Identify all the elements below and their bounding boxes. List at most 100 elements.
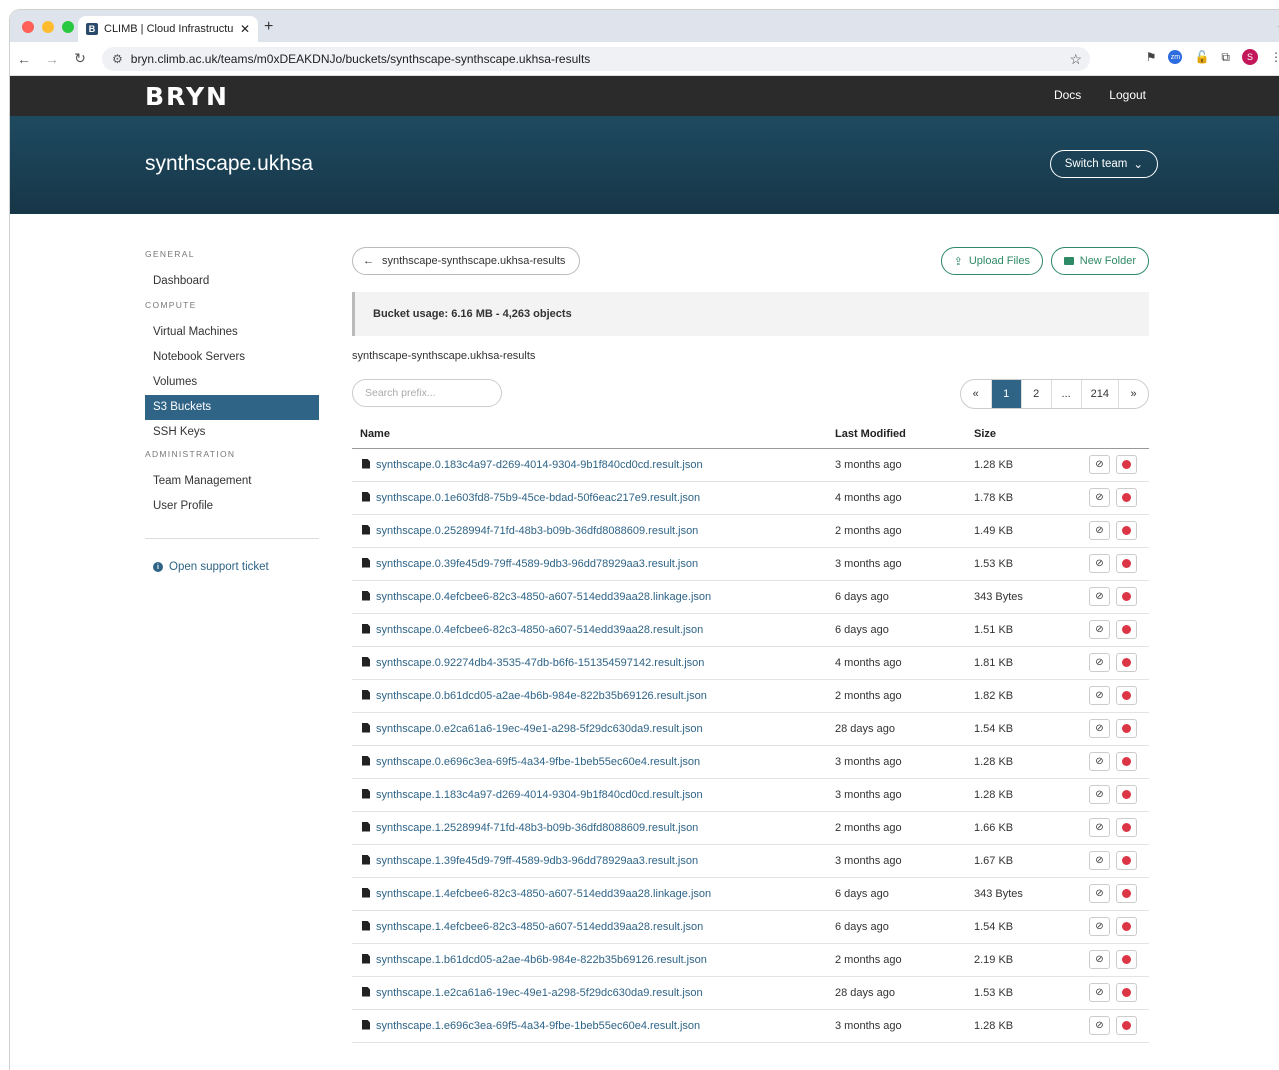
menu-icon[interactable]: ⋮ — [1270, 50, 1279, 64]
copy-link-button[interactable]: ⊘ — [1089, 785, 1110, 804]
new-folder-button[interactable]: New Folder — [1050, 247, 1149, 275]
file-link[interactable]: synthscape.0.2528994f-71fd-48b3-b09b-36d… — [376, 525, 698, 537]
delete-button[interactable] — [1116, 455, 1137, 474]
copy-link-button[interactable]: ⊘ — [1089, 653, 1110, 672]
page-item[interactable]: ... — [1050, 380, 1081, 408]
sidebar-item-ssh-keys[interactable]: SSH Keys — [145, 420, 319, 445]
upload-files-button[interactable]: ⇪ Upload Files — [940, 247, 1043, 275]
file-link[interactable]: synthscape.1.39fe45d9-79ff-4589-9db3-96d… — [376, 855, 698, 867]
file-link[interactable]: synthscape.1.e696c3ea-69f5-4a34-9fbe-1be… — [376, 1020, 700, 1032]
sidebar-item-notebook-servers[interactable]: Notebook Servers — [145, 345, 319, 370]
page-item[interactable]: « — [961, 380, 991, 408]
delete-button[interactable] — [1116, 554, 1137, 573]
file-link[interactable]: synthscape.0.92274db4-3535-47db-b6f6-151… — [376, 657, 704, 669]
minimize-window-button[interactable] — [42, 21, 54, 33]
site-info-icon[interactable]: ⚙ — [112, 52, 123, 66]
copy-link-button[interactable]: ⊘ — [1089, 818, 1110, 837]
page-item[interactable]: » — [1118, 380, 1148, 408]
lock-extension-icon[interactable]: 🔓 — [1194, 50, 1209, 64]
copy-link-button[interactable]: ⊘ — [1089, 983, 1110, 1002]
bookmark-star-icon[interactable]: ☆ — [1069, 51, 1082, 68]
delete-button[interactable] — [1116, 917, 1137, 936]
copy-link-button[interactable]: ⊘ — [1089, 620, 1110, 639]
profile-avatar[interactable]: S — [1242, 49, 1258, 65]
back-to-bucket-button[interactable]: ← synthscape-synthscape.ukhsa-results — [352, 247, 581, 275]
zoom-extension-icon[interactable]: zm — [1168, 50, 1183, 64]
copy-link-button[interactable]: ⊘ — [1089, 521, 1110, 540]
close-tab-icon[interactable]: ✕ — [240, 22, 250, 36]
docs-link[interactable]: Docs — [1054, 88, 1081, 102]
copy-link-button[interactable]: ⊘ — [1089, 554, 1110, 573]
file-link[interactable]: synthscape.1.b61dcd05-a2ae-4b6b-984e-822… — [376, 954, 707, 966]
delete-button[interactable] — [1116, 1016, 1137, 1035]
copy-link-button[interactable]: ⊘ — [1089, 950, 1110, 969]
back-nav-icon[interactable]: ← — [10, 51, 38, 67]
delete-button[interactable] — [1116, 818, 1137, 837]
sidebar-item-virtual-machines[interactable]: Virtual Machines — [145, 320, 319, 345]
delete-button[interactable] — [1116, 521, 1137, 540]
copy-link-button[interactable]: ⊘ — [1089, 884, 1110, 903]
copy-link-button[interactable]: ⊘ — [1089, 488, 1110, 507]
file-link[interactable]: synthscape.1.e2ca61a6-19ec-49e1-a298-5f2… — [376, 987, 703, 999]
sidebar-item-dashboard[interactable]: Dashboard — [145, 269, 319, 294]
file-link[interactable]: synthscape.1.183c4a97-d269-4014-9304-9b1… — [376, 789, 703, 801]
copy-link-button[interactable]: ⊘ — [1089, 686, 1110, 705]
copy-link-button[interactable]: ⊘ — [1089, 1016, 1110, 1035]
sidebar-item-volumes[interactable]: Volumes — [145, 370, 319, 395]
puzzle-icon[interactable]: ⧉ — [1221, 50, 1230, 65]
copy-link-button[interactable]: ⊘ — [1089, 752, 1110, 771]
delete-button[interactable] — [1116, 851, 1137, 870]
column-name[interactable]: Name — [352, 421, 835, 449]
file-link[interactable]: synthscape.0.e2ca61a6-19ec-49e1-a298-5f2… — [376, 723, 703, 735]
copy-link-button[interactable]: ⊘ — [1089, 587, 1110, 606]
open-support-ticket-link[interactable]: i Open support ticket — [145, 561, 319, 573]
file-link[interactable]: synthscape.1.4efcbee6-82c3-4850-a607-514… — [376, 888, 711, 900]
maximize-window-button[interactable] — [62, 21, 74, 33]
delete-button[interactable] — [1116, 950, 1137, 969]
delete-button[interactable] — [1116, 620, 1137, 639]
page-item[interactable]: 2 — [1020, 380, 1051, 408]
file-link[interactable]: synthscape.0.4efcbee6-82c3-4850-a607-514… — [376, 624, 703, 636]
copy-link-button[interactable]: ⊘ — [1089, 917, 1110, 936]
delete-button[interactable] — [1116, 785, 1137, 804]
copy-link-button[interactable]: ⊘ — [1089, 719, 1110, 738]
file-link[interactable]: synthscape.1.4efcbee6-82c3-4850-a607-514… — [376, 921, 703, 933]
logout-link[interactable]: Logout — [1109, 88, 1146, 102]
delete-button[interactable] — [1116, 719, 1137, 738]
column-size[interactable]: Size — [974, 421, 1053, 449]
delete-button[interactable] — [1116, 983, 1137, 1002]
file-link[interactable]: synthscape.0.4efcbee6-82c3-4850-a607-514… — [376, 591, 711, 603]
file-link[interactable]: synthscape.0.39fe45d9-79ff-4589-9db3-96d… — [376, 558, 698, 570]
sidebar-item-team-management[interactable]: Team Management — [145, 469, 319, 494]
page-item[interactable]: 214 — [1080, 380, 1118, 408]
search-prefix-input[interactable]: Search prefix... — [352, 379, 502, 407]
copy-link-button[interactable]: ⊘ — [1089, 455, 1110, 474]
copy-link-button[interactable]: ⊘ — [1089, 851, 1110, 870]
sidebar-item-user-profile[interactable]: User Profile — [145, 494, 319, 519]
file-name-cell: synthscape.0.b61dcd05-a2ae-4b6b-984e-822… — [352, 679, 835, 713]
delete-button[interactable] — [1116, 752, 1137, 771]
file-link[interactable]: synthscape.1.2528994f-71fd-48b3-b09b-36d… — [376, 822, 698, 834]
address-bar[interactable]: ⚙ bryn.climb.ac.uk/teams/m0xDEAKDNJo/buc… — [102, 47, 1090, 71]
file-link[interactable]: synthscape.0.b61dcd05-a2ae-4b6b-984e-822… — [376, 690, 707, 702]
bryn-logo[interactable]: BRYN — [145, 82, 229, 111]
delete-button[interactable] — [1116, 587, 1137, 606]
file-link[interactable]: synthscape.0.e696c3ea-69f5-4a34-9fbe-1be… — [376, 756, 700, 768]
reload-icon[interactable]: ↻ — [66, 50, 94, 67]
delete-button[interactable] — [1116, 653, 1137, 672]
forward-nav-icon[interactable]: → — [38, 51, 66, 67]
delete-button[interactable] — [1116, 686, 1137, 705]
file-link[interactable]: synthscape.0.183c4a97-d269-4014-9304-9b1… — [376, 459, 703, 471]
column-last-modified[interactable]: Last Modified — [835, 421, 974, 449]
page-item[interactable]: 1 — [990, 380, 1021, 408]
sidebar-item-s3-buckets[interactable]: S3 Buckets — [145, 395, 319, 420]
switch-team-button[interactable]: Switch team ⌄ — [1049, 150, 1158, 178]
extension-icon[interactable]: ⚑ — [1146, 50, 1157, 64]
delete-dot-icon — [1122, 790, 1131, 799]
file-link[interactable]: synthscape.0.1e603fd8-75b9-45ce-bdad-50f… — [376, 492, 700, 504]
delete-button[interactable] — [1116, 488, 1137, 507]
new-tab-icon[interactable]: + — [264, 18, 273, 36]
delete-button[interactable] — [1116, 884, 1137, 903]
browser-tab[interactable]: B CLIMB | Cloud Infrastructure ✕ — [78, 16, 258, 42]
close-window-button[interactable] — [22, 21, 34, 33]
